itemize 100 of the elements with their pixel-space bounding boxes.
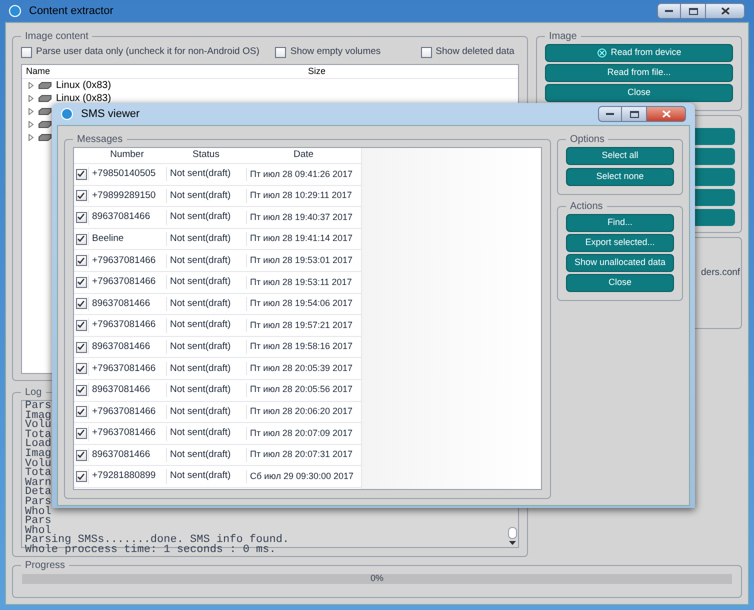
table-cell: 89637081466 bbox=[88, 210, 166, 225]
close-button[interactable] bbox=[705, 3, 745, 19]
maximize-button[interactable] bbox=[681, 3, 705, 19]
table-cell: Not sent(draft) bbox=[166, 362, 246, 376]
row-checkbox[interactable] bbox=[76, 320, 86, 331]
group-title: Log bbox=[24, 386, 43, 400]
check-icon bbox=[77, 192, 85, 200]
table-cell: Not sent(draft) bbox=[166, 296, 246, 311]
row-checkbox[interactable] bbox=[76, 471, 86, 482]
table-cell: Not sent(draft) bbox=[166, 210, 246, 225]
expand-arrow-icon[interactable] bbox=[28, 95, 34, 102]
log-line: Pars bbox=[25, 402, 52, 412]
group-title: Progress bbox=[24, 559, 66, 573]
table-cell: Not sent(draft) bbox=[166, 340, 246, 354]
maximize-button[interactable] bbox=[622, 106, 646, 122]
row-checkbox[interactable] bbox=[76, 342, 86, 353]
scroll-down-icon[interactable] bbox=[508, 541, 516, 546]
row-checkbox[interactable] bbox=[76, 298, 86, 310]
check-icon bbox=[77, 300, 85, 308]
drive-icon bbox=[38, 121, 52, 128]
expand-arrow-icon[interactable] bbox=[28, 108, 34, 115]
window-title: SMS viewer bbox=[81, 106, 140, 122]
row-checkbox[interactable] bbox=[76, 168, 86, 180]
minimize-button[interactable] bbox=[598, 106, 622, 122]
row-checkbox[interactable] bbox=[76, 363, 86, 374]
table-cell: +79637081466 bbox=[88, 318, 166, 333]
row-checkbox[interactable] bbox=[76, 190, 86, 202]
check-icon bbox=[77, 256, 85, 265]
check-icon bbox=[77, 278, 85, 286]
table-cell: +79637081466 bbox=[88, 362, 166, 376]
file-name-text: ders.conf bbox=[701, 266, 740, 280]
log-line: Deta bbox=[25, 488, 52, 498]
image-button[interactable]: Read from device bbox=[545, 44, 733, 62]
table-cell: Not sent(draft) bbox=[166, 188, 246, 204]
tree-item[interactable]: Linux (0x83) bbox=[56, 91, 112, 106]
table-cell: Beeline bbox=[88, 232, 166, 246]
table-cell: 89637081466 bbox=[88, 296, 166, 311]
table-cell: Not sent(draft) bbox=[166, 448, 246, 462]
row-checkbox[interactable] bbox=[76, 428, 86, 439]
drive-icon bbox=[38, 95, 52, 102]
table-cell: +79637081466 bbox=[88, 404, 166, 419]
expand-arrow-icon[interactable] bbox=[28, 121, 34, 128]
column-header[interactable]: Date bbox=[246, 148, 361, 163]
checkbox[interactable] bbox=[275, 46, 286, 58]
progress-text: 0% bbox=[370, 572, 384, 586]
row-checkbox[interactable] bbox=[76, 212, 86, 223]
drive-icon bbox=[38, 134, 52, 141]
action-button[interactable]: Show unallocated data bbox=[566, 254, 674, 272]
table-cell: +79637081466 bbox=[88, 254, 166, 268]
row-checkbox[interactable] bbox=[76, 234, 86, 245]
image-button[interactable]: Close bbox=[545, 84, 733, 102]
column-header: Size bbox=[307, 64, 326, 78]
check-icon bbox=[77, 321, 85, 330]
table-cell: 89637081466 bbox=[88, 340, 166, 354]
checkbox-label: Show deleted data bbox=[436, 44, 514, 59]
row-checkbox[interactable] bbox=[76, 255, 86, 266]
table-cell: 89637081466 bbox=[88, 448, 166, 462]
app-icon bbox=[61, 108, 73, 120]
check-icon bbox=[77, 386, 85, 394]
table-cell: +79637081466 bbox=[88, 275, 166, 290]
check-icon bbox=[77, 213, 85, 222]
option-button[interactable]: Select none bbox=[566, 168, 674, 186]
table-cell: Not sent(draft) bbox=[166, 232, 246, 246]
action-button[interactable]: Find... bbox=[566, 214, 674, 232]
column-header[interactable]: Status bbox=[166, 148, 246, 163]
table-cell: Not sent(draft) bbox=[166, 383, 246, 398]
checkbox[interactable] bbox=[420, 46, 432, 58]
row-checkbox[interactable] bbox=[76, 276, 86, 288]
minimize-button[interactable] bbox=[657, 3, 681, 19]
expand-arrow-icon[interactable] bbox=[28, 82, 34, 89]
table-cell: Not sent(draft) bbox=[166, 404, 246, 419]
option-button[interactable]: Select all bbox=[566, 147, 674, 165]
check-icon bbox=[77, 235, 85, 244]
check-icon bbox=[77, 364, 85, 373]
column-header[interactable]: Number bbox=[88, 148, 166, 163]
row-checkbox[interactable] bbox=[76, 450, 86, 461]
group-title: Actions bbox=[569, 200, 604, 214]
expand-arrow-icon[interactable] bbox=[28, 134, 34, 141]
image-button[interactable]: Read from file... bbox=[545, 64, 733, 82]
row-checkbox[interactable] bbox=[76, 406, 86, 418]
log-line: Volu bbox=[25, 421, 52, 431]
row-checkbox[interactable] bbox=[76, 384, 86, 396]
group-title: Messages bbox=[76, 133, 124, 147]
log-line: Whole proccess time: 1 seconds : 0 ms. bbox=[25, 546, 276, 556]
group-title: Image content bbox=[24, 30, 90, 44]
checkbox[interactable] bbox=[21, 46, 32, 58]
circle-x-icon bbox=[596, 48, 607, 58]
close-icon bbox=[720, 7, 730, 15]
table-cell: +79899289150 bbox=[88, 188, 166, 204]
check-icon bbox=[77, 170, 85, 178]
table-cell: Not sent(draft) bbox=[166, 254, 246, 268]
tree-item[interactable]: Linux (0x83) bbox=[56, 78, 112, 93]
close-button[interactable] bbox=[646, 106, 686, 122]
action-button[interactable]: Close bbox=[566, 274, 674, 292]
table-cell: +79637081466 bbox=[88, 426, 166, 441]
table-cell: +79850140505 bbox=[88, 167, 166, 182]
drive-icon bbox=[38, 108, 52, 115]
scroll-thumb[interactable] bbox=[508, 527, 516, 539]
app-icon bbox=[9, 5, 21, 17]
action-button[interactable]: Export selected... bbox=[566, 234, 674, 252]
